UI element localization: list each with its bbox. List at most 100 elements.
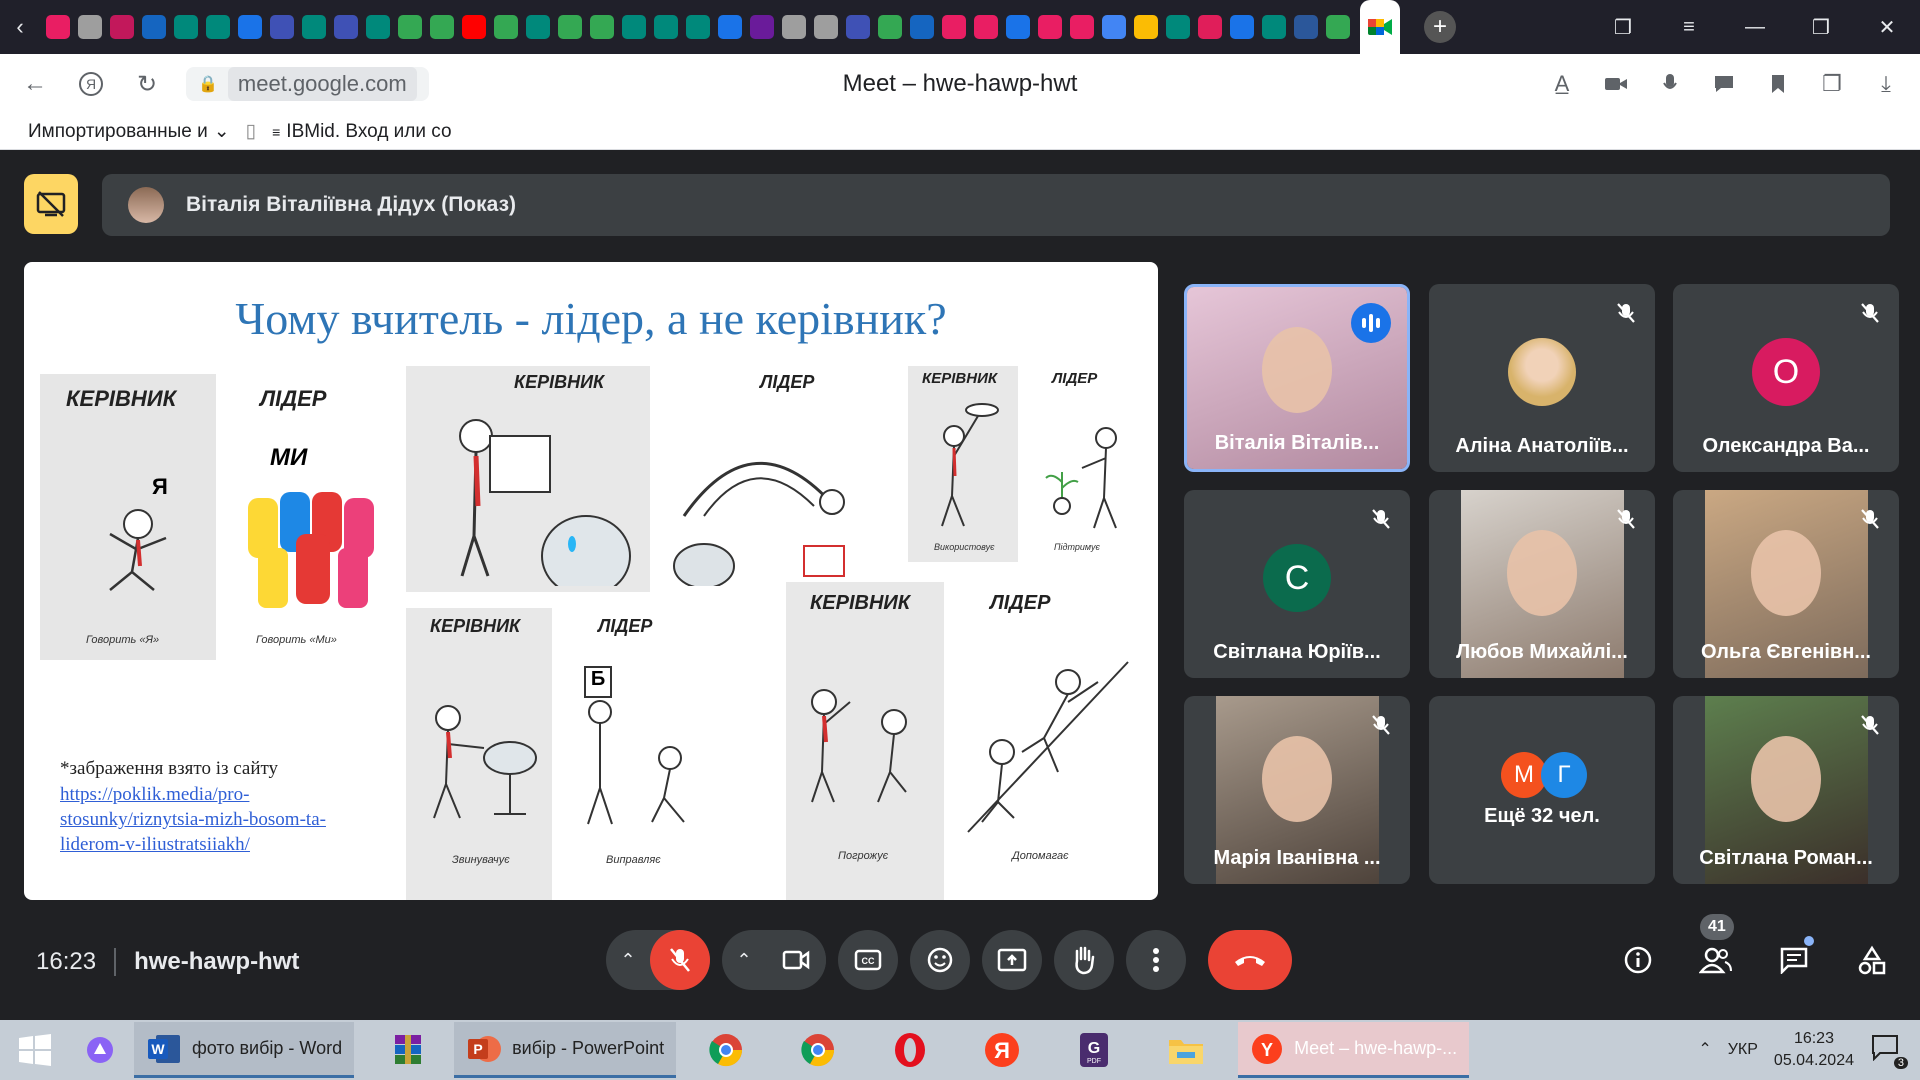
raise-hand-button[interactable] — [1054, 930, 1114, 990]
pinned-tab-favicon-icon[interactable] — [398, 15, 422, 39]
activities-button[interactable] — [1844, 930, 1900, 990]
back-icon[interactable]: ← — [14, 63, 56, 105]
taskbar-word-app[interactable]: W фото вибір - Word — [134, 1022, 355, 1078]
captions-button[interactable]: CC — [838, 930, 898, 990]
people-button[interactable]: 41 — [1688, 914, 1744, 990]
pinned-tab-favicon-icon[interactable] — [206, 15, 230, 39]
pinned-tab-favicon-icon[interactable] — [1038, 15, 1062, 39]
clock[interactable]: 16:23 05.04.2024 — [1774, 1028, 1854, 1072]
yandex-browser-icon[interactable]: Я — [972, 1020, 1032, 1080]
minimize-icon[interactable]: — — [1722, 0, 1788, 54]
leave-call-button[interactable] — [1208, 930, 1292, 990]
tray-overflow-chevron-icon[interactable]: ⌃ — [1698, 1039, 1711, 1061]
pinned-tab-favicon-icon[interactable] — [1006, 15, 1030, 39]
pinned-tab-favicon-icon[interactable] — [1134, 15, 1158, 39]
collections-bar-icon[interactable]: ❐ — [1814, 66, 1850, 102]
participant-tile[interactable]: Ольга Євгенівн... — [1673, 490, 1899, 678]
pinned-tab-favicon-icon[interactable] — [718, 15, 742, 39]
pinned-tab-favicon-icon[interactable] — [1326, 15, 1350, 39]
opera-icon[interactable] — [880, 1020, 940, 1080]
participant-tile[interactable]: Аліна Анатоліїв... — [1429, 284, 1655, 472]
pinned-tab-favicon-icon[interactable] — [78, 15, 102, 39]
pinned-tab-favicon-icon[interactable] — [878, 15, 902, 39]
pinned-tab-favicon-icon[interactable] — [174, 15, 198, 39]
alice-assistant-icon[interactable] — [70, 1020, 130, 1080]
participant-tile[interactable]: О Олександра Ва... — [1673, 284, 1899, 472]
translate-icon[interactable]: A̲ — [1544, 66, 1580, 102]
more-options-button[interactable] — [1126, 930, 1186, 990]
pinned-tab-favicon-icon[interactable] — [1294, 15, 1318, 39]
pinned-tab-favicon-icon[interactable] — [782, 15, 806, 39]
bookmark-folder-imported[interactable]: Импортированные и ⌄ — [28, 120, 230, 143]
pinned-tab-favicon-icon[interactable] — [142, 15, 166, 39]
yandex-icon[interactable]: Я — [70, 63, 112, 105]
tab-scroll-left-icon[interactable]: ‹ — [0, 0, 40, 54]
pinned-tab-favicon-icon[interactable] — [366, 15, 390, 39]
pinned-tab-favicon-icon[interactable] — [590, 15, 614, 39]
participant-tile[interactable]: Любов Михайлі... — [1429, 490, 1655, 678]
pinned-tab-favicon-icon[interactable] — [1262, 15, 1286, 39]
pinned-tab-favicon-icon[interactable] — [910, 15, 934, 39]
participant-tile[interactable]: Світлана Роман... — [1673, 696, 1899, 884]
source-link[interactable]: https://poklik.media/pro-stosunky/riznyt… — [60, 782, 380, 857]
menu-icon[interactable]: ≡ — [1656, 0, 1722, 54]
pinned-tab-favicon-icon[interactable] — [654, 15, 678, 39]
microphone-icon[interactable] — [1652, 66, 1688, 102]
pinned-tab-favicon-icon[interactable] — [238, 15, 262, 39]
pinned-tab-favicon-icon[interactable] — [814, 15, 838, 39]
camera-options-chevron-icon[interactable]: ⌃ — [722, 930, 766, 990]
pinned-tab-favicon-icon[interactable] — [302, 15, 326, 39]
pinned-tab-favicon-icon[interactable] — [558, 15, 582, 39]
pinned-tab-favicon-icon[interactable] — [334, 15, 358, 39]
pinned-tab-favicon-icon[interactable] — [270, 15, 294, 39]
pinned-tab-favicon-icon[interactable] — [942, 15, 966, 39]
download-icon[interactable]: ⤓ — [1868, 66, 1904, 102]
pinned-tab-favicon-icon[interactable] — [430, 15, 454, 39]
close-icon[interactable]: ✕ — [1854, 0, 1920, 54]
microphone-toggle-button[interactable] — [650, 930, 710, 990]
input-language[interactable]: УКР — [1728, 1039, 1758, 1061]
pinned-tab-favicon-icon[interactable] — [462, 15, 486, 39]
winrar-icon[interactable] — [378, 1020, 438, 1080]
pdf-app-icon[interactable]: G PDF — [1064, 1020, 1124, 1080]
tab-google-meet[interactable] — [1360, 0, 1400, 54]
pinned-tab-favicon-icon[interactable] — [1102, 15, 1126, 39]
pinned-tab-favicon-icon[interactable] — [46, 15, 70, 39]
pinned-tab-favicon-icon[interactable] — [622, 15, 646, 39]
pinned-tab-favicon-icon[interactable] — [1166, 15, 1190, 39]
maximize-icon[interactable]: ❐ — [1788, 0, 1854, 54]
pinned-tab-favicon-icon[interactable] — [1198, 15, 1222, 39]
chrome-profile-icon[interactable] — [696, 1020, 756, 1080]
taskbar-yandex-meet-app[interactable]: Y Meet – hwe-hawp-... — [1238, 1022, 1470, 1078]
pinned-tab-favicon-icon[interactable] — [1070, 15, 1094, 39]
camera-icon[interactable] — [1598, 66, 1634, 102]
collections-icon[interactable]: ❐ — [1590, 0, 1656, 54]
meeting-details-button[interactable] — [1610, 930, 1666, 990]
chrome-icon[interactable] — [788, 1020, 848, 1080]
bookmark-icon[interactable] — [1760, 66, 1796, 102]
pinned-tab-favicon-icon[interactable] — [110, 15, 134, 39]
participant-tile[interactable]: М Г Ещё 32 чел. — [1429, 696, 1655, 884]
pinned-tab-favicon-icon[interactable] — [526, 15, 550, 39]
reactions-button[interactable] — [910, 930, 970, 990]
reload-icon[interactable]: ↻ — [126, 63, 168, 105]
pinned-tab-favicon-icon[interactable] — [750, 15, 774, 39]
new-tab-button[interactable]: + — [1424, 11, 1456, 43]
mic-options-chevron-icon[interactable]: ⌃ — [606, 930, 650, 990]
pinned-tab-favicon-icon[interactable] — [686, 15, 710, 39]
participant-tile[interactable]: С Світлана Юріїв... — [1184, 490, 1410, 678]
pinned-tab-favicon-icon[interactable] — [1230, 15, 1254, 39]
bookmark-ibmid[interactable]: ≡ IBMid. Вход или со — [272, 121, 451, 143]
windows-start-button[interactable] — [0, 1020, 70, 1080]
pinned-tab-favicon-icon[interactable] — [974, 15, 998, 39]
chat-button[interactable] — [1766, 930, 1822, 990]
pinned-tab-favicon-icon[interactable] — [846, 15, 870, 39]
chat-bubble-icon[interactable] — [1706, 66, 1742, 102]
file-explorer-icon[interactable] — [1156, 1020, 1216, 1080]
taskbar-powerpoint-app[interactable]: P вибір - PowerPoint — [454, 1022, 677, 1078]
participant-tile[interactable]: Віталія Віталів... — [1184, 284, 1410, 472]
pinned-tab-favicon-icon[interactable] — [494, 15, 518, 39]
notifications-button[interactable]: 3 — [1870, 1033, 1908, 1069]
url-field[interactable]: 🔒 meet.google.com — [186, 67, 429, 101]
camera-toggle-button[interactable] — [766, 930, 826, 990]
